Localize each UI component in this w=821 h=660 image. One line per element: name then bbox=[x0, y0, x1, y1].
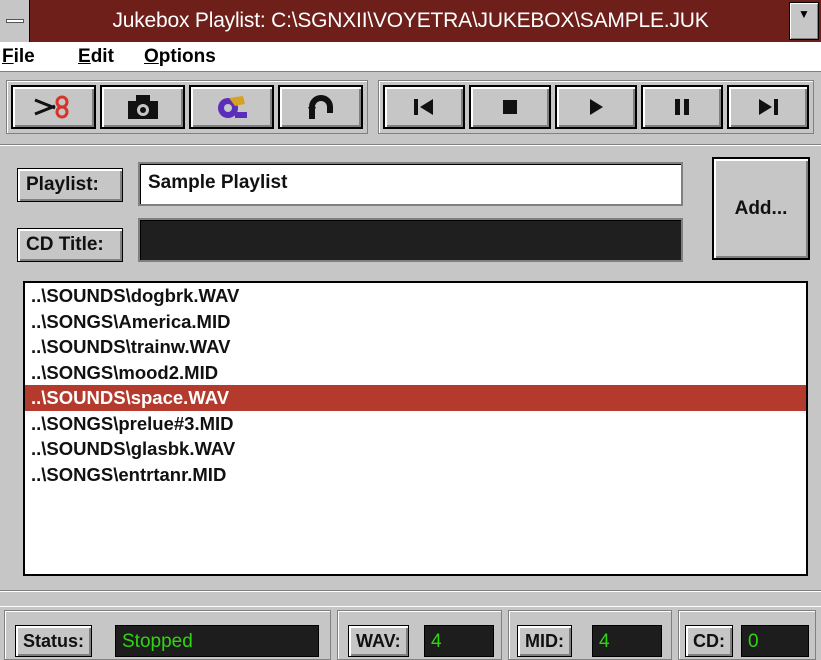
menu-edit[interactable]: Edit bbox=[78, 46, 114, 68]
transport-toolbar bbox=[378, 80, 814, 134]
list-item[interactable]: ..\SONGS\entrtanr.MID bbox=[25, 462, 806, 488]
list-item[interactable]: ..\SOUNDS\dogbrk.WAV bbox=[25, 283, 806, 309]
cut-button[interactable] bbox=[11, 85, 96, 129]
status-value: Stopped bbox=[115, 625, 319, 657]
pause-button[interactable] bbox=[641, 85, 723, 129]
menu-options-accel: O bbox=[144, 46, 159, 67]
status-bar: Status: Stopped WAV: 4 MID: 4 CD: 0 bbox=[0, 606, 821, 660]
skip-forward-icon bbox=[759, 99, 778, 115]
skip-back-icon bbox=[414, 99, 433, 115]
paste-button[interactable] bbox=[189, 85, 274, 129]
play-button[interactable] bbox=[555, 85, 637, 129]
next-track-button[interactable] bbox=[727, 85, 809, 129]
playlist-name-field[interactable]: Sample Playlist bbox=[138, 162, 683, 206]
edit-toolbar bbox=[6, 80, 368, 134]
menu-edit-accel: E bbox=[78, 46, 91, 67]
list-item-selected[interactable]: ..\SOUNDS\space.WAV bbox=[25, 385, 806, 411]
menu-file-label: ile bbox=[13, 46, 35, 67]
previous-track-button[interactable] bbox=[383, 85, 465, 129]
wav-panel: WAV: 4 bbox=[337, 610, 502, 660]
cut-icon bbox=[33, 95, 68, 119]
undo-button[interactable] bbox=[278, 85, 363, 129]
cd-title-label-button[interactable]: CD Title: bbox=[17, 228, 123, 262]
wav-count: 4 bbox=[424, 625, 494, 657]
cd-title-field[interactable] bbox=[138, 218, 683, 262]
mid-panel: MID: 4 bbox=[508, 610, 672, 660]
menu-file-accel: F bbox=[2, 46, 14, 67]
list-item[interactable]: ..\SONGS\America.MID bbox=[25, 309, 806, 335]
list-item[interactable]: ..\SONGS\prelue#3.MID bbox=[25, 411, 806, 437]
cd-label: CD: bbox=[685, 625, 733, 657]
status-divider bbox=[0, 590, 821, 592]
cd-count: 0 bbox=[741, 625, 809, 657]
status-panel: Status: Stopped bbox=[4, 610, 331, 660]
window-title: Jukebox Playlist: C:\SGNXII\VOYETRA\JUKE… bbox=[112, 9, 709, 32]
chevron-down-icon: ▼ bbox=[798, 7, 810, 21]
list-item[interactable]: ..\SOUNDS\glasbk.WAV bbox=[25, 436, 806, 462]
cd-panel: CD: 0 bbox=[678, 610, 816, 660]
playlist-label-button[interactable]: Playlist: bbox=[17, 168, 123, 202]
minimize-button[interactable]: ▼ bbox=[789, 2, 819, 40]
mid-count: 4 bbox=[592, 625, 662, 657]
status-label: Status: bbox=[15, 625, 93, 657]
tape-icon bbox=[217, 96, 247, 118]
title-bar: Jukebox Playlist: C:\SGNXII\VOYETRA\JUKE… bbox=[0, 0, 821, 42]
wav-label: WAV: bbox=[348, 625, 409, 657]
list-item[interactable]: ..\SONGS\mood2.MID bbox=[25, 360, 806, 386]
menu-edit-label: dit bbox=[90, 46, 114, 67]
pause-icon bbox=[675, 99, 689, 115]
undo-icon bbox=[307, 95, 333, 119]
menu-options[interactable]: Options bbox=[144, 46, 216, 68]
system-menu-button[interactable] bbox=[0, 0, 30, 42]
menu-options-label: ptions bbox=[158, 46, 216, 67]
play-icon bbox=[590, 99, 603, 115]
menu-file[interactable]: File bbox=[2, 46, 35, 68]
add-button[interactable]: Add... bbox=[712, 157, 810, 260]
system-menu-icon bbox=[6, 19, 24, 23]
stop-icon bbox=[503, 100, 517, 114]
mid-label: MID: bbox=[517, 625, 572, 657]
list-item[interactable]: ..\SOUNDS\trainw.WAV bbox=[25, 334, 806, 360]
toolbar-divider bbox=[0, 144, 821, 146]
playlist-listbox[interactable]: ..\SOUNDS\dogbrk.WAV ..\SONGS\America.MI… bbox=[23, 281, 808, 576]
camera-icon bbox=[127, 95, 158, 119]
menu-bar: File Edit Options bbox=[0, 42, 821, 72]
copy-button[interactable] bbox=[100, 85, 185, 129]
stop-button[interactable] bbox=[469, 85, 551, 129]
